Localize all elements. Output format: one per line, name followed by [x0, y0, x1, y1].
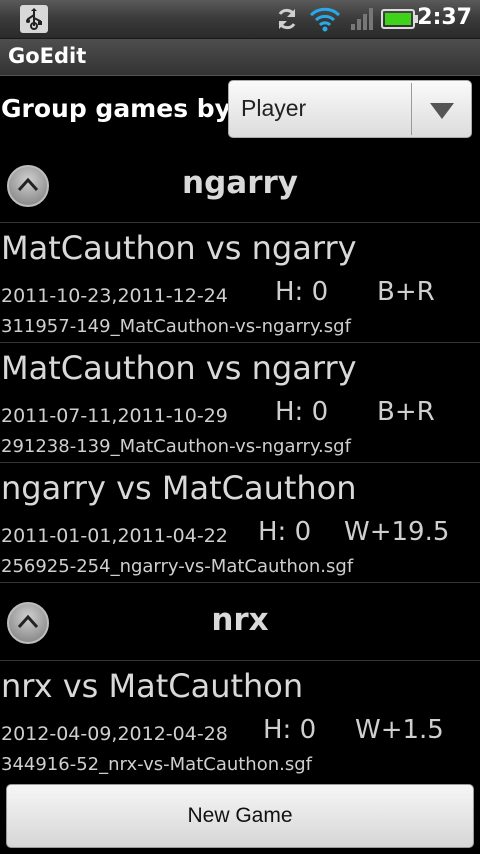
divider	[0, 582, 480, 583]
group-header-ngarry[interactable]: ngarry	[0, 151, 480, 221]
game-list-item[interactable]: nrx vs MatCauthon 2012-04-09,2012-04-28 …	[0, 661, 480, 780]
game-title: MatCauthon vs ngarry	[1, 229, 357, 267]
game-filename: 344916-52_nrx-vs-MatCauthon.sgf	[1, 754, 313, 775]
group-title: ngarry	[182, 165, 298, 201]
game-handicap: H: 0	[275, 397, 329, 427]
app-title: GoEdit	[8, 44, 87, 68]
group-by-dropdown[interactable]: Player	[228, 80, 472, 138]
wifi-icon	[309, 7, 341, 32]
game-filename: 291238-139_MatCauthon-vs-ngarry.sgf	[1, 436, 351, 457]
game-list-item[interactable]: ngarry vs MatCauthon 2011-01-01,2011-04-…	[0, 463, 480, 582]
game-filename: 311957-149_MatCauthon-vs-ngarry.sgf	[1, 316, 351, 337]
game-result: W+19.5	[344, 517, 450, 547]
game-handicap: H: 0	[258, 517, 312, 547]
game-title: ngarry vs MatCauthon	[1, 469, 357, 507]
game-handicap: H: 0	[275, 277, 329, 307]
group-header-nrx[interactable]: nrx	[0, 588, 480, 658]
sync-icon	[278, 8, 296, 30]
status-bar: 2:37	[0, 0, 480, 39]
game-dates: 2011-07-11,2011-10-29	[1, 405, 228, 427]
new-game-button[interactable]: New Game	[6, 784, 474, 848]
group-by-label: Group games by:	[1, 94, 241, 123]
dropdown-arrow-icon	[430, 103, 454, 119]
group-title: nrx	[211, 602, 269, 638]
bottom-bar: New Game	[0, 778, 480, 854]
dropdown-divider	[411, 83, 412, 135]
game-dates: 2011-01-01,2011-04-22	[1, 525, 228, 547]
game-dates: 2011-10-23,2011-12-24	[1, 285, 228, 307]
game-handicap: H: 0	[263, 715, 317, 745]
usb-icon	[20, 5, 48, 33]
signal-icon	[351, 8, 373, 30]
game-list-item[interactable]: MatCauthon vs ngarry 2011-07-11,2011-10-…	[0, 343, 480, 462]
game-dates: 2012-04-09,2012-04-28	[1, 723, 228, 745]
game-title: nrx vs MatCauthon	[1, 667, 304, 705]
battery-icon	[381, 9, 418, 29]
game-result: W+1.5	[355, 715, 444, 745]
app-title-bar: GoEdit	[0, 39, 480, 76]
game-result: B+R	[377, 277, 435, 307]
group-by-selected-value: Player	[241, 95, 307, 121]
game-result: B+R	[377, 397, 435, 427]
status-clock: 2:37	[417, 5, 472, 30]
game-title: MatCauthon vs ngarry	[1, 349, 357, 387]
game-list-item[interactable]: MatCauthon vs ngarry 2011-10-23,2011-12-…	[0, 223, 480, 342]
game-filename: 256925-254_ngarry-vs-MatCauthon.sgf	[1, 556, 354, 577]
